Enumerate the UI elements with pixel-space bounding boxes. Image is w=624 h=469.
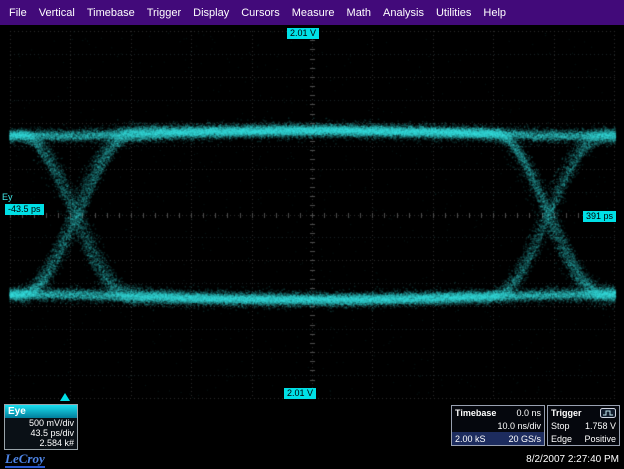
trigger-type-row: Edge Positive xyxy=(548,432,619,445)
eye-descriptor-body: 500 mV/div43.5 ps/div2.584 k# xyxy=(5,418,77,448)
top-voltage-cursor-label[interactable]: 2.01 V xyxy=(287,28,319,39)
menu-item[interactable]: Timebase xyxy=(81,3,141,23)
timebase-title: Timebase xyxy=(455,408,496,418)
menu-item[interactable]: File xyxy=(3,3,33,23)
left-time-cursor-label[interactable]: -43.5 ps xyxy=(5,204,44,215)
oscilloscope-screen: FileVerticalTimebaseTriggerDisplayCursor… xyxy=(0,0,624,469)
menu-item[interactable]: Measure xyxy=(286,3,341,23)
menu-item[interactable]: Math xyxy=(341,3,377,23)
lecroy-logo: LeCroy xyxy=(5,452,45,468)
bottom-voltage-cursor-label[interactable]: 2.01 V xyxy=(284,388,316,399)
trigger-mode-row: Stop 1.758 V xyxy=(548,419,619,432)
menu-item[interactable]: Analysis xyxy=(377,3,430,23)
timebase-offset: 0.0 ns xyxy=(516,408,541,418)
status-footer: LeCroy 8/2/2007 2:27:40 PM xyxy=(0,450,624,469)
timebase-sampling-row: 2.00 kS 20 GS/s xyxy=(452,432,544,445)
trace-position-marker[interactable] xyxy=(60,393,70,401)
trigger-level: 1.758 V xyxy=(585,421,616,431)
menu-item[interactable]: Vertical xyxy=(33,3,81,23)
eye-trace-indicator: Ey xyxy=(2,192,13,202)
menu-item[interactable]: Display xyxy=(187,3,235,23)
timestamp: 8/2/2007 2:27:40 PM xyxy=(526,454,619,465)
timebase-box[interactable]: Timebase 0.0 ns 10.0 ns/div 2.00 kS 20 G… xyxy=(451,405,545,446)
eye-descriptor-title: Eye xyxy=(5,405,77,418)
descriptor-line: 500 mV/div xyxy=(5,418,77,428)
trigger-title: Trigger xyxy=(551,408,582,418)
trigger-type: Edge xyxy=(551,434,572,444)
eye-descriptor-box[interactable]: Eye 500 mV/div43.5 ps/div2.584 k# xyxy=(4,404,78,450)
timebase-header-row: Timebase 0.0 ns xyxy=(452,406,544,419)
trigger-header-row: Trigger xyxy=(548,406,619,419)
timebase-rate: 20 GS/s xyxy=(508,434,541,444)
eye-diagram-canvas xyxy=(0,25,624,402)
trigger-source-icon xyxy=(600,408,616,418)
waveform-display: 2.01 V 2.01 V Ey -43.5 ps 391 ps xyxy=(0,25,624,402)
menu-item[interactable]: Help xyxy=(477,3,512,23)
trigger-mode: Stop xyxy=(551,421,570,431)
menu-item[interactable]: Utilities xyxy=(430,3,477,23)
descriptor-line: 2.584 k# xyxy=(5,438,77,448)
right-time-cursor-label[interactable]: 391 ps xyxy=(583,211,616,222)
menu-item[interactable]: Trigger xyxy=(141,3,187,23)
menu-bar: FileVerticalTimebaseTriggerDisplayCursor… xyxy=(0,0,624,25)
timebase-scale: 10.0 ns/div xyxy=(497,421,541,431)
trigger-slope: Positive xyxy=(584,434,616,444)
menu-item[interactable]: Cursors xyxy=(235,3,286,23)
timebase-scale-row: 10.0 ns/div xyxy=(452,419,544,432)
descriptor-line: 43.5 ps/div xyxy=(5,428,77,438)
trigger-box[interactable]: Trigger Stop 1.758 V Edge Positive xyxy=(547,405,620,446)
timebase-samples: 2.00 kS xyxy=(455,434,486,444)
